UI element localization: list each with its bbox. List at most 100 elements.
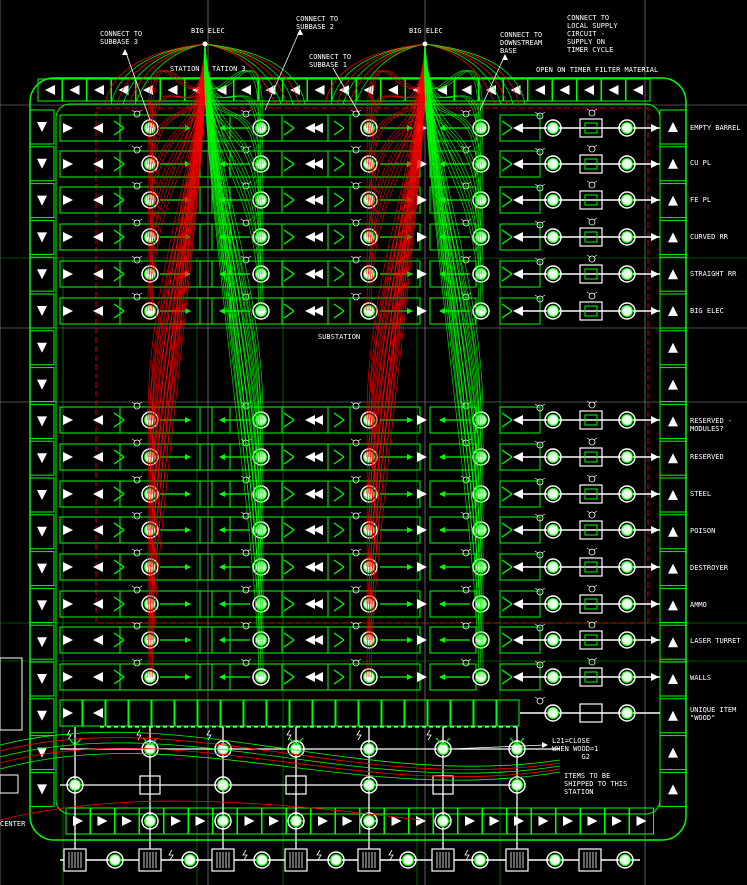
inserter-arm <box>283 199 295 208</box>
inserter-arm <box>113 669 125 678</box>
row-label: CURVED RR <box>690 233 728 241</box>
belt-cell <box>151 699 175 727</box>
belt-cell <box>327 150 351 178</box>
lamp-icon <box>138 218 143 222</box>
inserter-arm <box>501 412 513 421</box>
inserter-arm <box>501 310 513 319</box>
flow-arrow <box>651 490 659 498</box>
belt-arrow <box>388 85 398 95</box>
machine-icon <box>547 488 559 500</box>
lamp-icon <box>541 147 546 151</box>
machine-icon <box>547 158 559 170</box>
lamp-icon <box>240 585 245 589</box>
lamp-icon <box>593 108 598 112</box>
lamp-icon <box>138 585 143 589</box>
inserter-arm <box>333 412 345 421</box>
inserter-arm <box>283 163 295 172</box>
inserter-arm <box>333 266 345 275</box>
machine-icon <box>621 561 633 573</box>
inserter-arm <box>501 303 513 312</box>
flow-arrow <box>439 454 445 460</box>
belt-arrow <box>171 816 181 826</box>
inserter-arm <box>283 449 295 458</box>
lamp-icon <box>541 623 546 627</box>
lamp-icon <box>350 109 355 113</box>
inserter-arm <box>333 229 345 238</box>
belt-arrow <box>417 232 427 242</box>
belt-arrow <box>63 562 73 572</box>
belt-arrow <box>94 85 104 95</box>
lamp-icon <box>541 111 546 115</box>
belt-arrow <box>489 816 500 826</box>
flow-arrow <box>439 417 445 423</box>
belt-cell <box>266 699 290 727</box>
factory-diagram <box>0 0 747 885</box>
machine-icon <box>217 779 229 791</box>
belt-arrow <box>668 747 678 758</box>
machine-icon <box>217 815 229 827</box>
flow-arrow <box>185 601 191 607</box>
belt-arrow <box>668 784 678 795</box>
inserter-arm <box>333 303 345 312</box>
label-station-b: TATION 3 <box>212 65 246 73</box>
inserter-arm <box>283 669 295 678</box>
belt-arrow <box>538 816 549 826</box>
belt-arrow <box>612 816 622 826</box>
machine-icon <box>621 194 633 206</box>
flow-arrow <box>219 674 225 680</box>
row-label: LASER TURRET <box>690 637 741 645</box>
belt-arrow <box>93 159 103 169</box>
row-label: RESERVED <box>690 453 724 461</box>
belt-arrow <box>584 85 594 95</box>
belt-arrow <box>93 306 103 316</box>
lamp-icon <box>586 180 591 184</box>
lamp-icon <box>541 550 546 554</box>
inserter-arm <box>333 559 345 568</box>
machine-icon <box>474 854 486 866</box>
belt-arrow <box>93 415 103 425</box>
machine-icon <box>437 815 449 827</box>
inserter-arm <box>283 266 295 275</box>
inserter-arm <box>333 632 345 641</box>
label-connect-subbase3: CONNECT TO SUBBASE 3 <box>100 30 143 46</box>
flow-arrow <box>407 564 413 570</box>
flow-arrow <box>185 674 191 680</box>
belt-arrow <box>318 816 328 826</box>
belt-arrow <box>63 708 73 718</box>
label-big-elec-2: BIG ELEC <box>409 27 443 35</box>
belt-cell <box>335 699 359 727</box>
inserter-arm <box>113 199 125 208</box>
label-connect-local: CONNECT TO LOCAL SUPPLY CIRCUIT - SUPPLY… <box>567 14 618 54</box>
belt-arrow <box>668 563 678 574</box>
flow-arrow <box>651 196 659 204</box>
lamp-icon <box>240 109 245 113</box>
lamp-icon <box>131 292 136 296</box>
lamp-icon <box>593 474 598 478</box>
machine-icon <box>290 743 302 755</box>
machine-icon <box>184 854 196 866</box>
row-label: FE PL <box>690 196 712 204</box>
lamp-icon <box>460 109 465 113</box>
lamp-icon <box>534 183 539 187</box>
belt-arrow <box>45 85 55 95</box>
inserter-arm <box>501 456 513 465</box>
inserter-arm <box>283 529 295 538</box>
inserter-arm <box>113 603 125 612</box>
belt-cell <box>327 443 351 471</box>
flow-arrow <box>651 233 659 241</box>
inserter-arm <box>113 493 125 502</box>
row-label: AMMO <box>690 601 707 609</box>
belt-arrow <box>668 453 678 464</box>
lamp-icon <box>541 587 546 591</box>
lamp-icon <box>138 292 143 296</box>
lamp-icon <box>534 550 539 554</box>
label-shipped-note: ITEMS TO BE SHIPPED TO THIS STATION <box>564 772 628 796</box>
lamp-icon <box>586 474 591 478</box>
lamp-icon <box>357 585 362 589</box>
machine-icon <box>109 854 121 866</box>
lamp-icon <box>240 218 245 222</box>
belt-arrow <box>269 816 279 826</box>
belt-arrow <box>63 525 73 535</box>
lamp-icon <box>350 475 355 479</box>
lamp-icon <box>240 511 245 515</box>
